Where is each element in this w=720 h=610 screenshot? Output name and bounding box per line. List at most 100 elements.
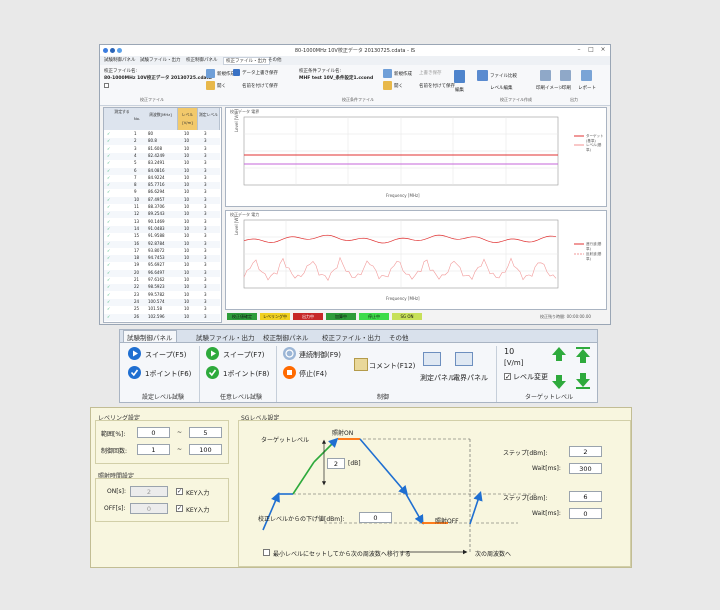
table-row[interactable]: ✓ 25 101.58 10 3	[104, 306, 220, 314]
table-row[interactable]: ✓ 14 91.0483 10 3	[104, 225, 220, 233]
menu-cal-control[interactable]: 校正制御パネル	[186, 57, 218, 63]
cond-new-icon[interactable]	[383, 69, 392, 78]
point-f8-button[interactable]: 1ポイント(F8)	[223, 369, 269, 379]
row-checkbox[interactable]: ✓	[107, 189, 110, 194]
row-checkbox[interactable]: ✓	[107, 299, 110, 304]
row-checkbox[interactable]: ✓	[107, 292, 110, 297]
table-row[interactable]: ✓ 20 96.6497 10 3	[104, 269, 220, 277]
table-row[interactable]: ✓ 26 102.596 10 3	[104, 313, 220, 321]
field-panel-button[interactable]: 電界パネル	[453, 373, 488, 383]
tab-cal-control[interactable]: 校正制御パネル	[263, 332, 309, 342]
table-row[interactable]: ✓ 12 89.2543 10 3	[104, 211, 220, 219]
table-row[interactable]: ✓ 16 92.8784 10 3	[104, 240, 220, 248]
comment-button[interactable]: コメント(F12)	[369, 361, 415, 371]
print-preview-button[interactable]: 印刷イメージ	[536, 85, 563, 91]
menu-cal-file[interactable]: 校正ファイル・出力	[223, 57, 270, 65]
row-checkbox[interactable]: ✓	[107, 219, 110, 224]
table-row[interactable]: ✓ 3 81.608 10 3	[104, 145, 220, 153]
table-row[interactable]: ✓ 15 91.9588 10 3	[104, 233, 220, 241]
comment-icon[interactable]	[354, 358, 368, 371]
table-row[interactable]: ✓ 19 95.6927 10 3	[104, 262, 220, 270]
row-checkbox[interactable]: ✓	[107, 204, 110, 209]
count-from-input[interactable]: 1	[137, 444, 170, 455]
tab-test-control[interactable]: 試験制御パネル	[123, 330, 177, 342]
key-off-checkbox[interactable]: ✓	[176, 505, 183, 512]
open-folder-icon[interactable]	[206, 81, 215, 90]
key-on-checkbox[interactable]: ✓	[176, 488, 183, 495]
edit-button[interactable]: 編集	[455, 87, 464, 93]
table-row[interactable]: ✓ 10 87.4957 10 3	[104, 196, 220, 204]
table-row[interactable]: ✓ 13 90.1469 10 3	[104, 218, 220, 226]
report-icon[interactable]	[581, 70, 592, 81]
menu-test-control[interactable]: 試験制御パネル	[104, 57, 136, 63]
db-step-input[interactable]: 2	[327, 458, 345, 469]
table-row[interactable]: ✓ 6 84.0816 10 3	[104, 167, 220, 175]
play-icon[interactable]	[206, 347, 219, 360]
row-checkbox[interactable]: ✓	[107, 255, 110, 260]
continuous-icon[interactable]	[283, 347, 296, 360]
continuous-button[interactable]: 連続制御(F9)	[299, 350, 341, 360]
play-icon[interactable]	[128, 347, 141, 360]
table-row[interactable]: ✓ 17 93.8072 10 3	[104, 247, 220, 255]
save-data-button[interactable]: データ上書き保存	[242, 70, 278, 76]
close-icon[interactable]: ×	[598, 46, 608, 54]
row-checkbox[interactable]: ✓	[107, 182, 110, 187]
table-row[interactable]: ✓ 8 85.7716 10 3	[104, 182, 220, 190]
cond-open-button[interactable]: 開く	[394, 83, 403, 89]
edit-icon[interactable]	[454, 70, 465, 83]
row-checkbox[interactable]: ✓	[107, 248, 110, 253]
wait2-input[interactable]: 0	[569, 508, 602, 519]
stop-icon[interactable]	[283, 366, 296, 379]
row-checkbox[interactable]: ✓	[107, 306, 110, 311]
table-row[interactable]: ✓ 11 88.3706 10 3	[104, 204, 220, 211]
row-checkbox[interactable]: ✓	[107, 233, 110, 238]
menu-other[interactable]: その他	[268, 57, 282, 63]
sweep-f5-button[interactable]: スイープ(F5)	[145, 350, 187, 360]
table-row[interactable]: ✓ 9 86.6294 10 3	[104, 189, 220, 197]
range-to-input[interactable]: 5	[189, 427, 222, 438]
menu-test-file[interactable]: 試験ファイル・出力	[140, 57, 181, 63]
row-checkbox[interactable]: ✓	[107, 175, 110, 180]
report-button[interactable]: レポート	[578, 85, 596, 91]
on-time-input[interactable]: 2	[130, 486, 168, 497]
row-checkbox[interactable]: ✓	[107, 138, 110, 143]
step2-input[interactable]: 6	[569, 491, 602, 502]
row-checkbox[interactable]: ✓	[107, 270, 110, 275]
tab-cal-file[interactable]: 校正ファイル・出力	[322, 332, 381, 342]
table-row[interactable]: ✓ 4 82.4249 10 3	[104, 152, 220, 160]
table-row[interactable]: ✓ 1 80 10 3	[104, 131, 220, 138]
row-checkbox[interactable]: ✓	[107, 262, 110, 267]
file-compare-button[interactable]: ファイル比較	[490, 73, 517, 79]
row-checkbox[interactable]: ✓	[107, 284, 110, 289]
check-icon[interactable]	[206, 366, 219, 379]
point-f6-button[interactable]: 1ポイント(F6)	[145, 369, 191, 379]
save-data-icon[interactable]	[233, 69, 240, 76]
table-row[interactable]: ✓ 21 97.6162 10 3	[104, 277, 220, 284]
row-checkbox[interactable]: ✓	[107, 153, 110, 158]
open-button[interactable]: 開く	[217, 83, 226, 89]
stop-button[interactable]: 停止(F4)	[299, 369, 327, 379]
count-to-input[interactable]: 100	[189, 444, 222, 455]
cond-open-icon[interactable]	[383, 81, 392, 90]
maximize-icon[interactable]: □	[586, 46, 596, 54]
off-time-input[interactable]: 0	[130, 503, 168, 514]
step1-input[interactable]: 2	[569, 446, 602, 457]
print-icon[interactable]	[560, 70, 571, 81]
table-row[interactable]: ✓ 2 80.8 10 3	[104, 138, 220, 146]
table-row[interactable]: ✓ 18 94.7453 10 3	[104, 255, 220, 263]
cond-save-button[interactable]: 上書き保存	[419, 70, 442, 76]
print-preview-icon[interactable]	[540, 70, 551, 81]
level-change-checkbox[interactable]: ✓	[504, 373, 511, 381]
new-file-icon[interactable]	[206, 69, 215, 78]
drop-value-input[interactable]: 0	[359, 512, 392, 523]
row-checkbox[interactable]: ✓	[107, 146, 110, 151]
min-level-checkbox[interactable]	[263, 549, 270, 556]
range-from-input[interactable]: 0	[137, 427, 170, 438]
table-row[interactable]: ✓ 22 98.5923 10 3	[104, 284, 220, 292]
row-checkbox[interactable]: ✓	[107, 160, 110, 165]
table-row[interactable]: ✓ 23 99.5782 10 3	[104, 291, 220, 299]
wait1-input[interactable]: 300	[569, 463, 602, 474]
save-as-button[interactable]: 名前を付けて保存	[242, 83, 278, 89]
measure-panel-icon[interactable]	[423, 352, 441, 366]
row-checkbox[interactable]: ✓	[107, 241, 110, 246]
